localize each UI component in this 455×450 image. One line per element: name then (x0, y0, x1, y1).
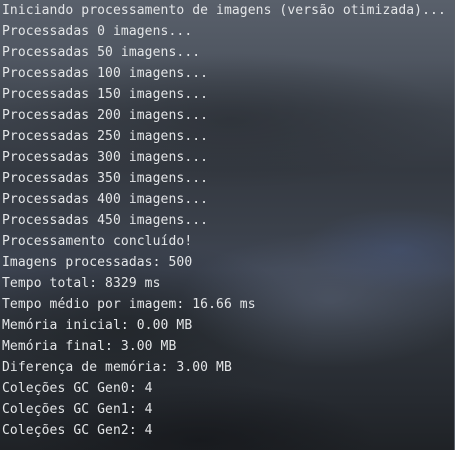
output-line-total-time: Tempo total: 8329 ms (2, 276, 161, 291)
output-line-progress-350: Processadas 350 imagens... (2, 171, 209, 186)
output-line-gc-gen2: Coleções GC Gen2: 4 (2, 423, 153, 438)
output-line-final-memory: Memória final: 3.00 MB (2, 339, 177, 354)
output-line-gc-gen1: Coleções GC Gen1: 4 (2, 402, 153, 417)
output-line-progress-50: Processadas 50 imagens... (2, 45, 201, 60)
output-line-progress-100: Processadas 100 imagens... (2, 66, 209, 81)
output-line-progress-200: Processadas 200 imagens... (2, 108, 209, 123)
output-line-gc-gen0: Coleções GC Gen0: 4 (2, 381, 153, 396)
terminal-window[interactable]: Iniciando processamento de imagens (vers… (0, 0, 455, 450)
output-line-progress-450: Processadas 450 imagens... (2, 213, 209, 228)
output-line-initial-memory: Memória inicial: 0.00 MB (2, 318, 193, 333)
output-line-average-time: Tempo médio por imagem: 16.66 ms (2, 297, 256, 312)
output-line-progress-150: Processadas 150 imagens... (2, 87, 209, 102)
output-line-start: Iniciando processamento de imagens (vers… (2, 3, 446, 18)
output-line-progress-400: Processadas 400 imagens... (2, 192, 209, 207)
output-line-complete: Processamento concluído! (2, 234, 193, 249)
terminal-output: Iniciando processamento de imagens (vers… (2, 0, 446, 441)
output-line-memory-diff: Diferença de memória: 3.00 MB (2, 360, 232, 375)
output-line-progress-250: Processadas 250 imagens... (2, 129, 209, 144)
output-line-images-processed: Imagens processadas: 500 (2, 255, 193, 270)
output-line-progress-0: Processadas 0 imagens... (2, 24, 193, 39)
output-line-progress-300: Processadas 300 imagens... (2, 150, 209, 165)
